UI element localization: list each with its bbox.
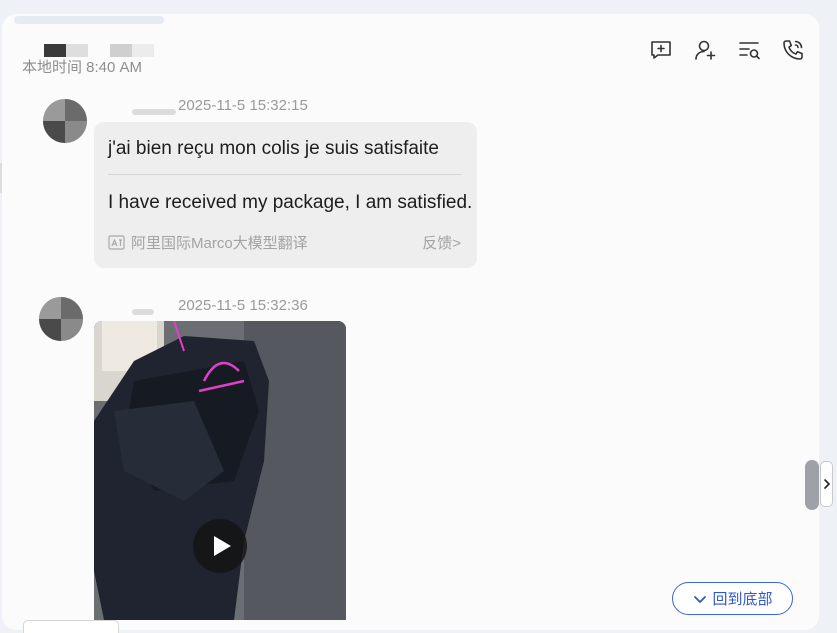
translation-credit: 阿里国际Marco大模型翻译 (108, 232, 308, 253)
add-user-icon[interactable] (692, 37, 718, 63)
avatar[interactable] (39, 297, 83, 341)
sender-name-redacted (132, 309, 154, 315)
translation-credit-label: 阿里国际Marco大模型翻译 (131, 235, 308, 252)
back-to-bottom-button[interactable]: 回到底部 (672, 582, 793, 615)
chevron-down-icon (694, 595, 707, 603)
scrollbar-thumb[interactable] (805, 460, 819, 510)
add-comment-icon[interactable] (648, 37, 674, 63)
top-tab-strip (14, 16, 164, 24)
video-thumbnail (94, 321, 346, 620)
video-message[interactable] (94, 321, 346, 620)
bottom-tab[interactable] (23, 620, 119, 633)
avatar[interactable] (43, 99, 87, 143)
message-timestamp: 2025-11-5 15:32:36 (178, 297, 308, 314)
phone-call-icon[interactable] (780, 37, 806, 63)
sender-name-redacted (132, 109, 176, 115)
play-icon (214, 536, 231, 556)
translation-divider (108, 174, 462, 175)
message-bubble[interactable]: j'ai bien reçu mon colis je suis satisfa… (94, 122, 477, 268)
feedback-link[interactable]: 反馈> (422, 232, 461, 253)
original-message-text: j'ai bien reçu mon colis je suis satisfa… (108, 138, 439, 159)
translated-message-text: I have received my package, I am satisfi… (108, 192, 473, 213)
translate-icon (108, 235, 125, 250)
play-button[interactable] (193, 519, 247, 573)
chevron-right-icon (823, 479, 830, 489)
message-timestamp: 2025-11-5 15:32:15 (178, 97, 308, 114)
collapse-panel-toggle[interactable] (820, 461, 833, 507)
local-time: 本地时间 8:40 AM (22, 59, 143, 76)
search-list-icon[interactable] (736, 37, 762, 63)
back-to-bottom-label: 回到底部 (712, 591, 773, 608)
header-actions (648, 37, 806, 63)
